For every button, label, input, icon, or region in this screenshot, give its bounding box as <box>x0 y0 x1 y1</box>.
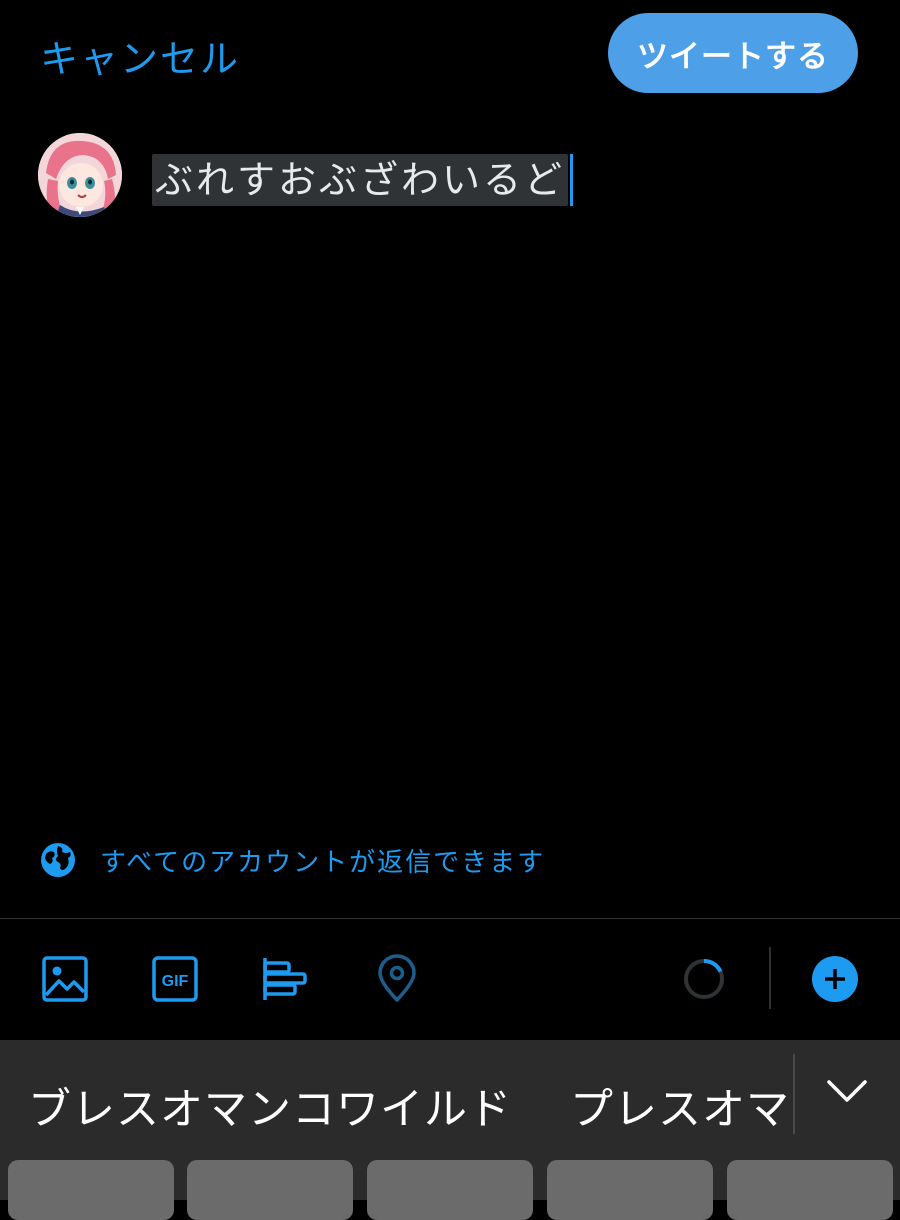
keyboard-key[interactable] <box>8 1160 174 1220</box>
suggestion-divider <box>793 1054 795 1134</box>
tweet-button[interactable]: ツイートする <box>608 13 858 93</box>
chevron-down-icon <box>827 1080 867 1102</box>
suggestion-2[interactable]: プレスオマ <box>570 1075 790 1137</box>
globe-icon <box>41 843 75 877</box>
location-pin-icon <box>378 954 416 1002</box>
keyboard-key[interactable] <box>547 1160 713 1220</box>
text-caret <box>570 154 574 206</box>
progress-ring-icon <box>684 958 724 999</box>
reply-setting-label: すべてのアカウントが返信できます <box>100 847 546 878</box>
tweet-composer[interactable]: ぶれすおぶざわいるど <box>152 154 574 206</box>
add-thread-button[interactable] <box>810 954 860 1004</box>
toolbar-divider <box>0 918 900 919</box>
location-button[interactable] <box>372 954 422 1004</box>
gif-button[interactable]: GIF <box>150 954 200 1004</box>
poll-icon <box>263 958 307 1000</box>
gif-icon: GIF <box>152 956 198 1002</box>
character-count-ring <box>679 954 729 1004</box>
keyboard-key[interactable] <box>367 1160 533 1220</box>
poll-button[interactable] <box>260 954 310 1004</box>
reply-setting[interactable]: すべてのアカウントが返信できます <box>40 842 545 878</box>
gif-label: GIF <box>162 973 189 990</box>
image-button[interactable] <box>40 954 90 1004</box>
composer-text[interactable]: ぶれすおぶざわいるど <box>152 154 569 206</box>
keyboard-key[interactable] <box>727 1160 893 1220</box>
cancel-button[interactable]: キャンセル <box>40 28 240 83</box>
suggestion-1[interactable]: ブレスオマンコワイルド <box>28 1075 512 1137</box>
collapse-suggestions-button[interactable] <box>822 1072 872 1112</box>
avatar[interactable] <box>38 133 122 217</box>
keyboard-key[interactable] <box>187 1160 353 1220</box>
toolbar-separator <box>769 947 771 1009</box>
avatar-image <box>38 133 122 217</box>
image-icon <box>42 956 88 1002</box>
plus-circle-icon <box>812 956 858 1002</box>
